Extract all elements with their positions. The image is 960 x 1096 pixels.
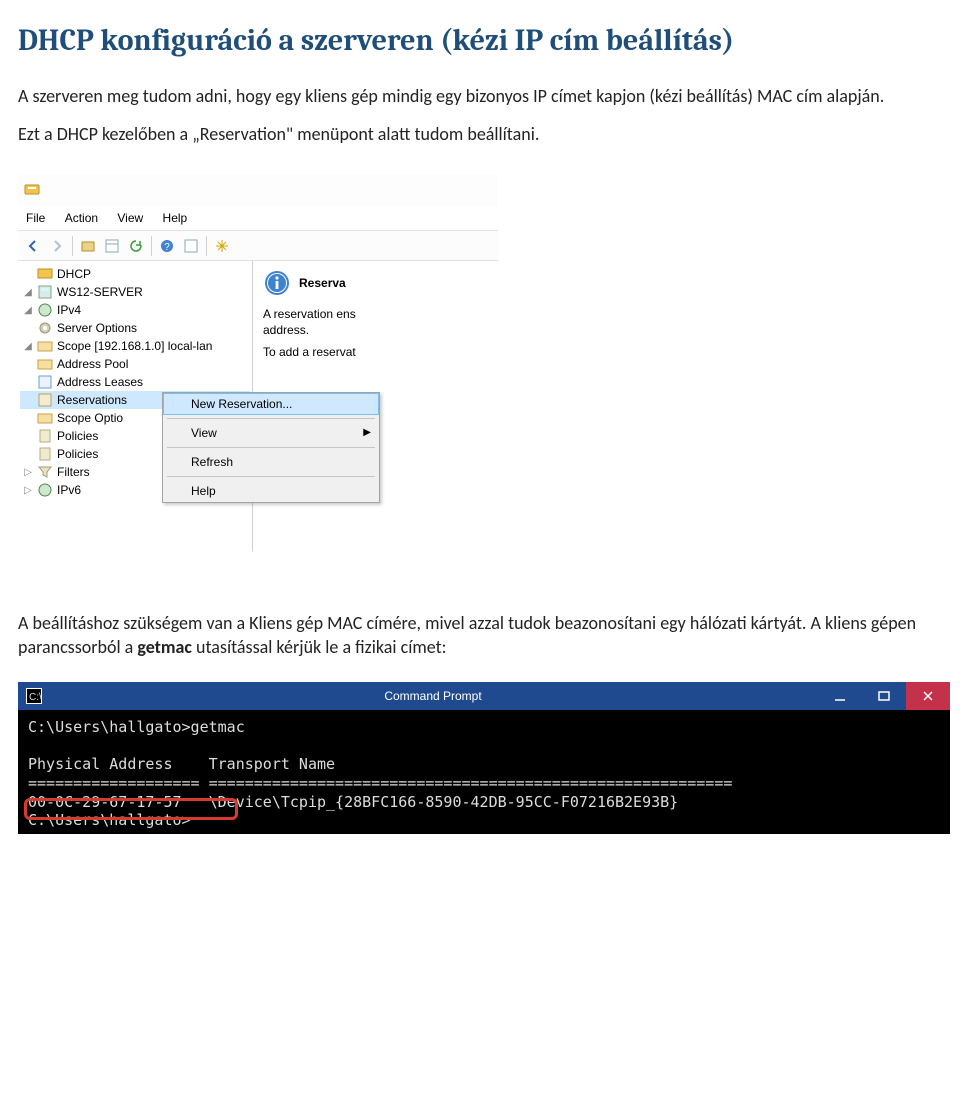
tree-label: IPv6 <box>56 483 81 497</box>
menu-refresh[interactable]: Refresh <box>163 451 379 473</box>
term-line: =================== ====================… <box>28 774 732 792</box>
tree-label: Address Leases <box>56 375 143 389</box>
menu-label: View <box>191 426 217 440</box>
tree-label: Filters <box>56 465 90 479</box>
leases-icon <box>37 374 53 390</box>
toolbar-icon[interactable] <box>101 235 123 257</box>
tree-label: Scope [192.168.1.0] local-lan <box>56 339 212 353</box>
term-line: C:\Users\hallgato>getmac <box>28 718 245 736</box>
menubar: File Action View Help <box>18 206 498 231</box>
tree-label: Address Pool <box>56 357 128 371</box>
gear-icon <box>37 320 53 336</box>
tree-address-leases[interactable]: Address Leases <box>20 373 250 391</box>
folder-icon <box>37 410 53 426</box>
detail-text: A reservation ens <box>263 307 488 321</box>
tree-server-options[interactable]: Server Options <box>20 319 250 337</box>
ipv6-icon <box>37 482 53 498</box>
outro-paragraph: A beállításhoz szükségem van a Kliens gé… <box>18 611 942 660</box>
back-icon[interactable] <box>22 235 44 257</box>
tree-label: Server Options <box>56 321 137 335</box>
refresh-icon[interactable] <box>125 235 147 257</box>
filter-icon <box>37 464 53 480</box>
tree-address-pool[interactable]: Address Pool <box>20 355 250 373</box>
folder-icon <box>37 356 53 372</box>
menu-view[interactable]: View <box>109 209 151 227</box>
policies-icon <box>37 428 53 444</box>
detail-text: address. <box>263 323 488 337</box>
menu-view[interactable]: View ▶ <box>163 422 379 444</box>
intro-paragraph-1: A szerveren meg tudom adni, hogy egy kli… <box>18 84 942 108</box>
cmd-screenshot: C:\ Command Prompt C:\Users\hallgato>get… <box>18 682 950 835</box>
toolbar-icon[interactable] <box>77 235 99 257</box>
help-icon[interactable]: ? <box>156 235 178 257</box>
detail-text: To add a reservat <box>263 345 488 359</box>
tree-label: Policies <box>56 447 98 461</box>
outro-bold: getmac <box>137 636 192 658</box>
server-icon <box>37 284 53 300</box>
expand-icon[interactable]: ◢ <box>22 287 34 298</box>
tree-ipv4[interactable]: ◢ IPv4 <box>20 301 250 319</box>
policies-icon <box>37 446 53 462</box>
folder-icon <box>37 338 53 354</box>
tree-label: Reservations <box>56 393 127 407</box>
tree-server[interactable]: ◢ WS12-SERVER <box>20 283 250 301</box>
menu-file[interactable]: File <box>18 209 53 227</box>
tree-scope[interactable]: ◢ Scope [192.168.1.0] local-lan <box>20 337 250 355</box>
term-line: Physical Address Transport Name <box>28 755 335 773</box>
minimize-button[interactable] <box>818 682 862 710</box>
svg-text:?: ? <box>164 242 170 253</box>
page-title: DHCP konfiguráció a szerveren (kézi IP c… <box>18 22 942 60</box>
tree-label: Scope Optio <box>56 411 123 425</box>
menu-help[interactable]: Help <box>155 209 196 227</box>
menu-help[interactable]: Help <box>163 480 379 502</box>
term-line: 00-0C-29-67-17-57 \Device\Tcpip_{28BFC16… <box>28 793 678 811</box>
terminal-output: C:\Users\hallgato>getmac Physical Addres… <box>18 710 950 835</box>
toolbar: ? <box>18 231 498 261</box>
cmd-title: Command Prompt <box>48 689 818 703</box>
dhcp-console-screenshot: File Action View Help ? DHCP ◢ <box>18 174 498 551</box>
maximize-button[interactable] <box>862 682 906 710</box>
window-titlebar <box>18 174 498 206</box>
app-icon <box>24 182 40 198</box>
info-icon <box>263 269 291 297</box>
tree-label: DHCP <box>56 267 91 281</box>
expand-icon[interactable]: ◢ <box>22 341 34 352</box>
tree-label: WS12-SERVER <box>56 285 143 299</box>
tree-root-dhcp[interactable]: DHCP <box>20 265 250 283</box>
context-menu: New Reservation... View ▶ Refresh Help <box>162 392 380 503</box>
reservation-icon <box>37 392 53 408</box>
expand-icon[interactable]: ▷ <box>22 467 34 478</box>
outro-text-b: utasítással kérjük le a fizikai címet: <box>192 636 446 658</box>
cmd-icon: C:\ <box>26 688 42 704</box>
intro-paragraph-2: Ezt a DHCP kezelőben a „Reservation" men… <box>18 122 942 146</box>
tree-label: IPv4 <box>56 303 81 317</box>
star-icon[interactable] <box>211 235 233 257</box>
menu-new-reservation[interactable]: New Reservation... <box>163 393 379 415</box>
tree-label: Policies <box>56 429 98 443</box>
submenu-arrow-icon: ▶ <box>363 427 371 438</box>
dhcp-icon <box>37 266 53 282</box>
expand-icon[interactable]: ◢ <box>22 305 34 316</box>
forward-icon[interactable] <box>46 235 68 257</box>
ipv4-icon <box>37 302 53 318</box>
term-line: C:\Users\hallgato> <box>28 811 191 829</box>
cmd-titlebar: C:\ Command Prompt <box>18 682 950 710</box>
close-button[interactable] <box>906 682 950 710</box>
toolbar-icon[interactable] <box>180 235 202 257</box>
menu-divider <box>167 418 375 419</box>
menu-action[interactable]: Action <box>57 209 106 227</box>
svg-text:C:\: C:\ <box>29 692 41 703</box>
expand-icon[interactable]: ▷ <box>22 485 34 496</box>
menu-divider <box>167 476 375 477</box>
menu-divider <box>167 447 375 448</box>
detail-title: Reserva <box>299 276 346 290</box>
